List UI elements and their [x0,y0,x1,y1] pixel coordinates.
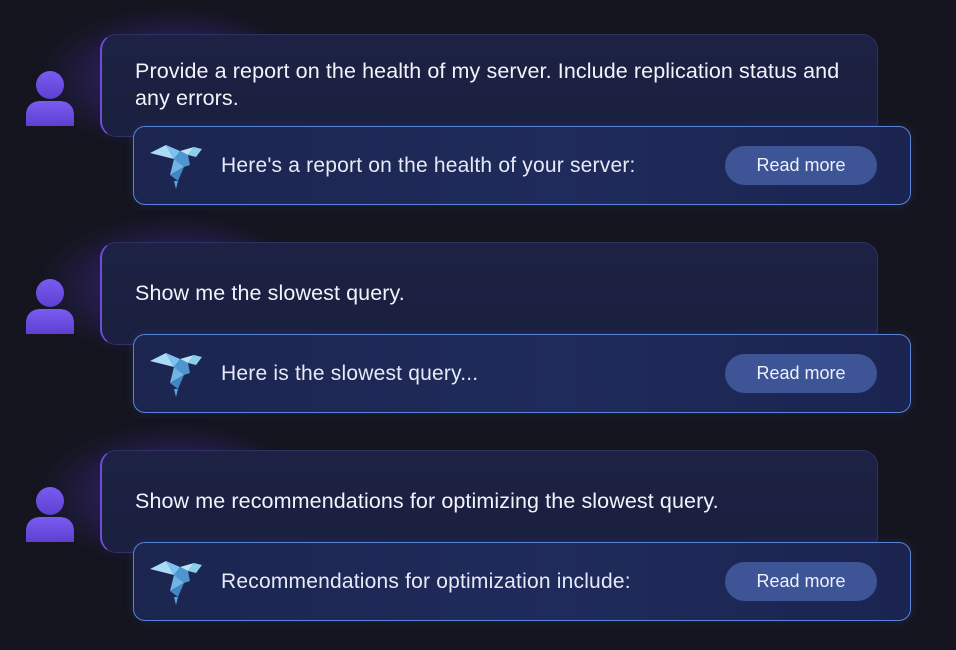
user-avatar-icon [24,278,76,334]
origami-bird-icon [150,557,204,607]
user-message-bubble: Show me the slowest query. [100,242,878,345]
read-more-button[interactable]: Read more [725,562,877,601]
user-message-text: Show me the slowest query. [135,281,405,305]
origami-bird-icon [150,349,204,399]
user-message-bubble: Show me recommendations for optimizing t… [100,450,878,553]
user-avatar-icon [24,486,76,542]
user-message-text: Provide a report on the health of my ser… [135,59,840,110]
user-message-text: Show me recommendations for optimizing t… [135,489,719,513]
read-more-button[interactable]: Read more [725,146,877,185]
user-avatar-icon [24,70,76,126]
message-group: Show me recommendations for optimizing t… [0,425,956,650]
message-group: Show me the slowest query. Here is the s… [0,217,956,442]
assistant-response-bubble: Recommendations for optimization include… [133,542,911,621]
message-group: Provide a report on the health of my ser… [0,9,956,234]
assistant-response-text: Here's a report on the health of your se… [221,153,636,177]
read-more-button[interactable]: Read more [725,354,877,393]
assistant-response-bubble: Here's a report on the health of your se… [133,126,911,205]
assistant-response-text: Recommendations for optimization include… [221,569,631,593]
assistant-response-bubble: Here is the slowest query... Read more [133,334,911,413]
user-message-bubble: Provide a report on the health of my ser… [100,34,878,137]
assistant-response-text: Here is the slowest query... [221,361,479,385]
origami-bird-icon [150,141,204,191]
